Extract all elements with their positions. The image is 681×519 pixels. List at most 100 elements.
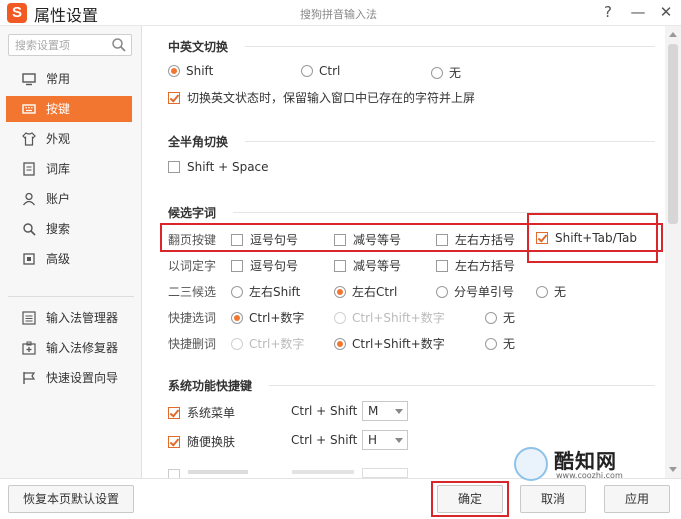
radio-quick-select-ctrl-shift-num[interactable]: Ctrl+Shift+数字: [334, 309, 445, 326]
search-icon[interactable]: [111, 37, 127, 53]
option-label: 逗号句号: [250, 259, 299, 273]
radio-button[interactable]: [231, 338, 243, 350]
option-label: Shift + Space: [187, 160, 269, 174]
shirt-icon: [22, 132, 36, 146]
select-value: M: [368, 404, 379, 418]
radio-button[interactable]: [301, 65, 313, 77]
app-title: 搜狗拼音输入法: [300, 8, 377, 21]
radio-cn-en-ctrl[interactable]: Ctrl: [301, 64, 340, 78]
window-title: 属性设置: [34, 6, 99, 25]
checkbox-word-minus-equal[interactable]: 减号等号: [334, 257, 401, 274]
sidebar-item-label: 按键: [46, 102, 71, 116]
radio-quick-select-none[interactable]: 无: [485, 309, 515, 326]
sidebar-item-common[interactable]: 常用: [0, 66, 142, 92]
sidebar: 常用 按键 外观 词库 账户 搜索 高级 输入法管理器 输入法修复器 快速设置向…: [0, 26, 142, 478]
checkbox[interactable]: [334, 260, 346, 272]
checkbox[interactable]: [436, 260, 448, 272]
cancel-button[interactable]: 取消: [520, 485, 586, 513]
radio-button[interactable]: [334, 338, 346, 350]
sidebar-tool-quick-setup[interactable]: 快速设置向导: [0, 365, 142, 391]
radio-button[interactable]: [436, 286, 448, 298]
checkbox-keep-text[interactable]: 切换英文状态时，保留输入窗口中已存在的字符并上屏: [168, 89, 475, 106]
sidebar-item-label: 词库: [46, 162, 71, 176]
scroll-down-arrow-icon[interactable]: [669, 467, 677, 472]
hotkey-select-system-menu[interactable]: M: [362, 401, 408, 421]
settings-search-box[interactable]: [8, 34, 132, 56]
sidebar-item-dictionary[interactable]: 词库: [0, 156, 142, 182]
checkbox[interactable]: [168, 161, 180, 173]
sidebar-tool-label: 输入法管理器: [46, 311, 119, 325]
search-icon: [23, 223, 36, 236]
list-icon: [22, 311, 36, 325]
section-title-system-hotkeys: 系统功能快捷键: [168, 379, 253, 393]
radio-quick-delete-ctrl-shift-num[interactable]: Ctrl+Shift+数字: [334, 335, 445, 352]
checkbox-word-brackets[interactable]: 左右方括号: [436, 257, 515, 274]
checkbox[interactable]: [168, 407, 180, 419]
sidebar-tool-label: 快速设置向导: [46, 371, 119, 385]
checkbox[interactable]: [168, 436, 180, 448]
sidebar-item-advanced[interactable]: 高级: [0, 246, 142, 272]
radio-button[interactable]: [168, 65, 180, 77]
scroll-up-arrow-icon[interactable]: [669, 32, 677, 37]
option-label: 无: [503, 311, 516, 325]
sidebar-tool-ime-manager[interactable]: 输入法管理器: [0, 305, 142, 331]
content-scrollbar[interactable]: [665, 26, 681, 478]
sidebar-item-label: 常用: [46, 72, 71, 86]
sidebar-item-keys[interactable]: 按键: [6, 96, 132, 122]
option-label: 左右方括号: [455, 259, 516, 273]
section-title-candidates: 候选字词: [168, 206, 217, 220]
radio-cn-en-shift[interactable]: Shift: [168, 64, 213, 78]
radio-quick-delete-ctrl-num[interactable]: Ctrl+数字: [231, 335, 304, 352]
radio-button[interactable]: [431, 67, 443, 79]
radio-button[interactable]: [485, 312, 497, 324]
checkbox-random-skin[interactable]: 随便换肤: [168, 433, 235, 450]
radio-button[interactable]: [536, 286, 548, 298]
radio-second-third-ctrl[interactable]: 左右Ctrl: [334, 283, 397, 300]
radio-button[interactable]: [334, 312, 346, 324]
settings-search-input[interactable]: [9, 35, 105, 55]
row-label-quick-select: 快捷选词: [168, 311, 217, 325]
settings-content: 中英文切换 Shift Ctrl 无 切换英文状态时，保留输入窗口中已存在的字符…: [143, 26, 665, 478]
sidebar-item-search[interactable]: 搜索: [0, 216, 142, 242]
checkbox-word-comma-period[interactable]: 逗号句号: [231, 257, 298, 274]
radio-quick-delete-none[interactable]: 无: [485, 335, 515, 352]
radio-button[interactable]: [231, 286, 243, 298]
checkbox[interactable]: [168, 92, 180, 104]
hotkey-combo-system-menu: Ctrl + Shift +: [291, 404, 372, 418]
help-button[interactable]: ?: [598, 2, 618, 22]
checkbox-system-menu[interactable]: 系统菜单: [168, 404, 235, 421]
minimize-button[interactable]: —: [628, 2, 648, 22]
flag-icon: [23, 372, 36, 384]
radio-button[interactable]: [231, 312, 243, 324]
checkbox-shift-space[interactable]: Shift + Space: [168, 160, 269, 174]
sidebar-item-label: 搜索: [46, 222, 71, 236]
checkbox[interactable]: [231, 260, 243, 272]
scroll-thumb[interactable]: [668, 44, 678, 224]
option-label: Ctrl: [319, 64, 341, 78]
option-label: 无: [503, 337, 516, 351]
radio-cn-en-none[interactable]: 无: [431, 64, 461, 81]
radio-second-third-semicolon[interactable]: 分号单引号: [436, 283, 514, 300]
option-label: Ctrl+数字: [249, 311, 305, 325]
option-label: Ctrl+Shift+数字: [352, 311, 445, 325]
sidebar-tool-ime-repair[interactable]: 输入法修复器: [0, 335, 142, 361]
close-button[interactable]: ✕: [656, 2, 676, 22]
radio-quick-select-ctrl-num[interactable]: Ctrl+数字: [231, 309, 304, 326]
option-label: 左右Ctrl: [352, 285, 398, 299]
row-label-word-to-char: 以词定字: [168, 259, 217, 273]
keyboard-icon: [22, 104, 36, 114]
sidebar-item-appearance[interactable]: 外观: [0, 126, 142, 152]
sidebar-item-account[interactable]: 账户: [0, 186, 142, 212]
radio-button[interactable]: [485, 338, 497, 350]
radio-button[interactable]: [334, 286, 346, 298]
apply-button[interactable]: 应用: [604, 485, 670, 513]
title-bar: S 属性设置 搜狗拼音输入法 ? — ✕: [0, 0, 681, 26]
reset-defaults-button[interactable]: 恢复本页默认设置: [8, 485, 134, 513]
cut-off-row: [168, 460, 418, 478]
radio-second-third-shift[interactable]: 左右Shift: [231, 283, 300, 300]
option-label: 左右Shift: [249, 285, 301, 299]
option-label: 系统菜单: [187, 406, 236, 420]
hotkey-select-random-skin[interactable]: H: [362, 430, 408, 450]
option-label: Ctrl+数字: [249, 337, 305, 351]
radio-second-third-none[interactable]: 无: [536, 283, 566, 300]
